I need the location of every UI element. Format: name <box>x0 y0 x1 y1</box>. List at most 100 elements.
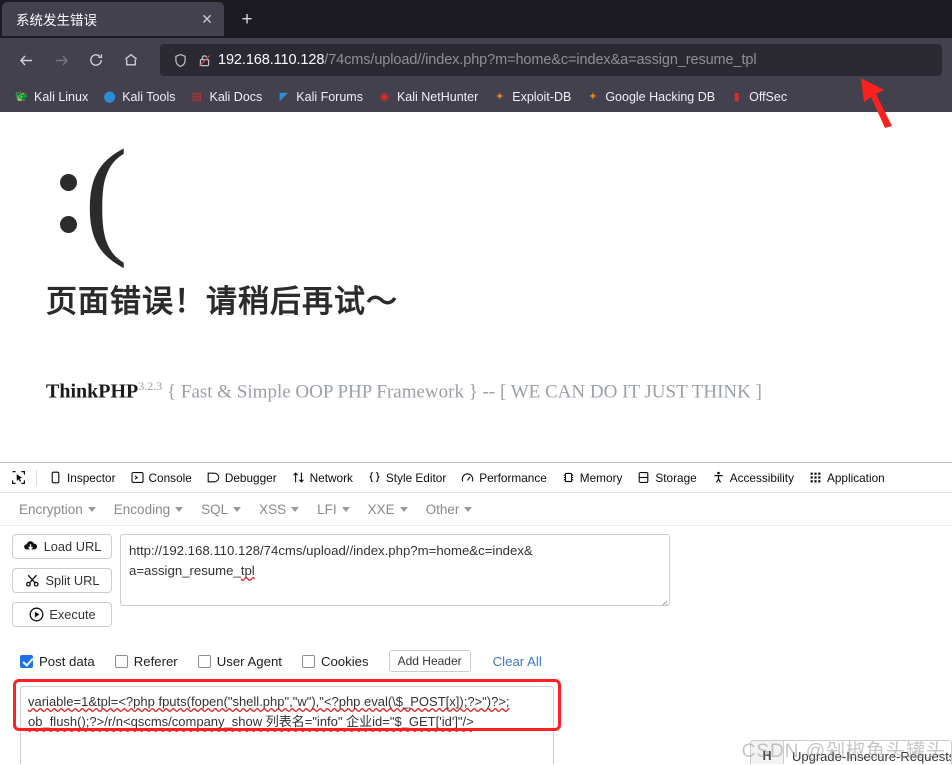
tab-label: Memory <box>579 470 623 485</box>
bookmark-label: Google Hacking DB <box>605 90 716 104</box>
performance-icon <box>460 470 475 485</box>
bookmark-label: Exploit-DB <box>512 90 572 104</box>
lock-broken-icon[interactable] <box>194 50 214 70</box>
bookmark-exploit-db[interactable]: ✦ Exploit-DB <box>486 85 577 109</box>
menu-encoding[interactable]: Encoding <box>105 498 192 521</box>
kali-tools-icon: ⬤ <box>103 90 116 103</box>
tab-performance[interactable]: Performance <box>453 465 554 491</box>
forward-arrow-icon[interactable] <box>45 44 77 76</box>
bookmark-offsec[interactable]: ▮ OffSec <box>723 85 793 109</box>
kali-dragon-icon: 🐲 <box>14 90 29 103</box>
referer-checkbox[interactable] <box>114 654 128 668</box>
chevron-down-icon <box>399 507 408 513</box>
storage-icon <box>636 470 651 485</box>
tab-storage[interactable]: Storage <box>629 465 703 491</box>
header-row[interactable]: H Upgrade-Insecure-Requests: 1 <box>750 740 952 764</box>
menu-xss[interactable]: XSS <box>250 498 308 521</box>
sad-face-mouth: ( <box>84 122 128 269</box>
option-user-agent[interactable]: User Agent <box>197 653 282 669</box>
hackbar-url-input[interactable]: http://192.168.110.128/74cms/upload//ind… <box>120 534 670 606</box>
menu-label: XSS <box>259 501 287 517</box>
url-text: 192.168.110.128/74cms/upload//index.php?… <box>218 52 756 68</box>
new-tab-icon[interactable]: + <box>232 5 262 35</box>
google-hacking-db-icon: ✦ <box>588 90 598 103</box>
style-editor-icon <box>367 470 382 485</box>
hackbar-menubar: Encryption Encoding SQL XSS LFI XXE Othe… <box>0 493 952 526</box>
menu-xxe[interactable]: XXE <box>359 498 417 521</box>
element-picker-icon[interactable] <box>4 466 32 490</box>
textarea-resize-handle[interactable] <box>658 594 668 605</box>
accessibility-icon <box>711 470 726 485</box>
tab-accessibility[interactable]: Accessibility <box>704 465 801 491</box>
tab-label: Accessibility <box>729 470 794 485</box>
shield-icon[interactable] <box>170 50 190 70</box>
devtools-panel: Inspector Console Debugger Network Style… <box>0 462 952 764</box>
tab-label: Network <box>309 470 353 485</box>
tab-style-editor[interactable]: Style Editor <box>360 465 453 491</box>
hackbar-panel: Encryption Encoding SQL XSS LFI XXE Othe… <box>0 493 952 764</box>
post-data-input[interactable]: variable=1&tpl=<?php fputs(fopen("shell.… <box>20 686 554 764</box>
close-icon[interactable]: ✕ <box>196 8 218 30</box>
sad-face-eye-top <box>60 174 77 191</box>
cloud-download-icon <box>23 539 39 555</box>
chevron-down-icon <box>87 507 96 513</box>
tab-memory[interactable]: Memory <box>554 465 630 491</box>
option-cookies[interactable]: Cookies <box>301 654 369 669</box>
option-label: User Agent <box>216 653 282 669</box>
url-bar[interactable]: 192.168.110.128/74cms/upload//index.php?… <box>160 44 942 76</box>
url-input-line2: a=assign_resume_ <box>129 563 241 578</box>
option-referer[interactable]: Referer <box>114 654 178 669</box>
clear-all-link[interactable]: Clear All <box>493 654 542 669</box>
bookmark-label: Kali NetHunter <box>396 90 479 104</box>
bookmark-kali-tools[interactable]: ⬤ Kali Tools <box>96 85 181 109</box>
menu-sql[interactable]: SQL <box>192 498 250 521</box>
tab-network[interactable]: Network <box>284 465 360 491</box>
kali-nethunter-icon: ◉ <box>379 90 390 103</box>
sad-face-eye-bottom <box>60 216 77 233</box>
hackbar-options-row: Post data Referer User Agent Cookies Add… <box>20 650 952 672</box>
add-header-button[interactable]: Add Header <box>388 650 471 672</box>
bookmark-kali-forums[interactable]: ◤ Kali Forums <box>270 85 369 109</box>
cookies-checkbox[interactable] <box>301 654 315 668</box>
tab-application[interactable]: Application <box>801 465 892 491</box>
browser-chrome: 系统发生错误 ✕ + 192.168.110.128/74cms/upload/… <box>0 0 952 128</box>
tab-label: Storage <box>655 470 697 485</box>
back-arrow-icon[interactable] <box>10 44 42 76</box>
tab-inspector[interactable]: Inspector <box>41 465 123 491</box>
menu-other[interactable]: Other <box>417 498 482 521</box>
menu-label: Encryption <box>19 501 83 517</box>
tab-label: Console <box>148 470 192 485</box>
load-url-button[interactable]: Load URL <box>12 534 112 559</box>
reload-icon[interactable] <box>80 44 112 76</box>
post-data-checkbox[interactable] <box>20 654 33 668</box>
kali-forums-icon: ◤ <box>279 90 289 103</box>
tab-console[interactable]: Console <box>123 465 199 491</box>
bookmark-kali-nethunter[interactable]: ◉ Kali NetHunter <box>371 85 484 109</box>
offsec-icon: ▮ <box>733 90 740 103</box>
home-icon[interactable] <box>115 44 147 76</box>
header-value[interactable]: Upgrade-Insecure-Requests: 1 <box>783 740 952 764</box>
tab-label: Style Editor <box>385 470 447 485</box>
bookmark-kali-docs[interactable]: ▤ Kali Docs <box>183 85 268 109</box>
tab-strip: 系统发生错误 ✕ + <box>0 0 952 38</box>
user-agent-checkbox[interactable] <box>197 654 211 668</box>
url-input-line2-misspelled: tpl <box>240 563 255 578</box>
option-post-data[interactable]: Post data <box>20 654 95 669</box>
menu-label: Other <box>425 501 460 517</box>
menu-label: SQL <box>201 501 229 517</box>
tab-label: Performance <box>479 470 547 485</box>
split-url-button[interactable]: Split URL <box>12 568 112 593</box>
hackbar-body: Load URL Split URL Execute http://192.16… <box>0 526 952 764</box>
tab-label: Application <box>826 470 885 485</box>
bookmarks-bar: 🐲 Kali Linux ⬤ Kali Tools ▤ Kali Docs ◤ … <box>0 82 952 112</box>
tab-title: 系统发生错误 <box>16 13 97 28</box>
tab-debugger[interactable]: Debugger <box>199 465 284 491</box>
console-icon <box>130 470 145 485</box>
browser-tab[interactable]: 系统发生错误 ✕ <box>2 2 224 36</box>
execute-button[interactable]: Execute <box>12 602 112 627</box>
bookmark-google-hacking-db[interactable]: ✦ Google Hacking DB <box>579 85 721 109</box>
bookmark-kali-linux[interactable]: 🐲 Kali Linux <box>8 85 94 109</box>
menu-lfi[interactable]: LFI <box>308 498 359 521</box>
bookmark-label: Kali Forums <box>296 90 363 104</box>
menu-encryption[interactable]: Encryption <box>10 498 105 521</box>
